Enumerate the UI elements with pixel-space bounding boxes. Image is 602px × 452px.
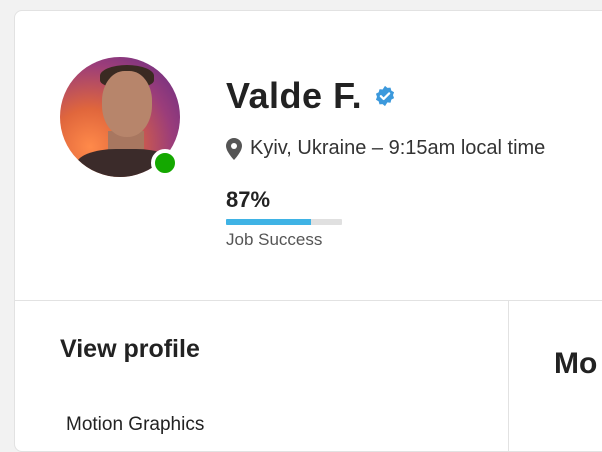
view-profile-heading: View profile <box>60 335 200 363</box>
location-row: Kyiv, Ukraine – 9:15am local time <box>226 137 545 160</box>
right-panel-heading: Mo <box>554 347 598 380</box>
job-success-bar-fill <box>226 219 311 225</box>
job-success-score: 87% <box>226 187 271 212</box>
job-success-label: Job Success <box>226 230 323 249</box>
profile-header: Valde F. Kyiv, Ukraine – 9:15am local ti… <box>15 11 602 301</box>
profile-card: Valde F. Kyiv, Ukraine – 9:15am local ti… <box>14 10 602 452</box>
verified-badge-icon <box>376 85 395 107</box>
freelancer-name: Valde F. <box>226 75 363 116</box>
job-success-bar <box>226 219 342 225</box>
avatar[interactable] <box>60 57 180 177</box>
location-pin-icon <box>226 137 242 160</box>
name-row: Valde F. <box>226 75 396 117</box>
skill-link-motion-graphics[interactable]: Motion Graphics <box>66 414 204 436</box>
column-divider <box>508 301 509 451</box>
location-text: Kyiv, Ukraine – 9:15am local time <box>250 137 546 159</box>
online-status-indicator <box>151 149 179 177</box>
